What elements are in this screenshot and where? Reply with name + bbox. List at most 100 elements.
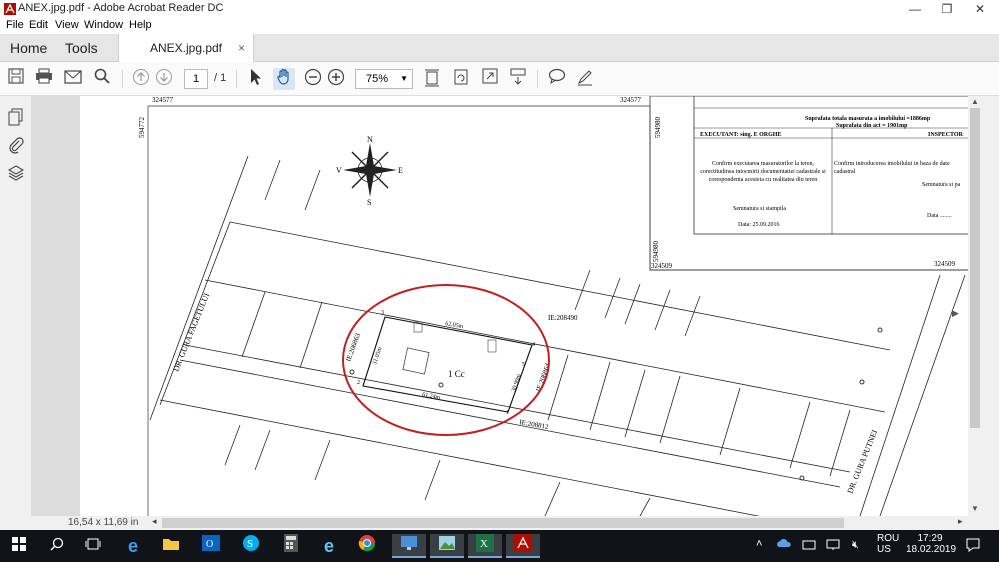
- close-window-button[interactable]: ✕: [963, 0, 997, 18]
- area-total-text: Suprafata totala masurata a imobilului =…: [805, 116, 931, 122]
- tab-document[interactable]: ANEX.jpg.pdf ×: [118, 34, 254, 62]
- file-explorer-icon[interactable]: [158, 534, 184, 558]
- excel-icon[interactable]: X: [468, 534, 502, 558]
- language-indicator[interactable]: ROU US: [877, 533, 899, 555]
- language-code: ROU: [877, 533, 900, 544]
- next-page-icon[interactable]: [153, 68, 175, 90]
- vertex-5: 5: [522, 362, 525, 368]
- action-center-icon[interactable]: [966, 538, 980, 555]
- window-title: ANEX.jpg.pdf - Adobe Acrobat Reader DC: [18, 2, 224, 14]
- menu-help[interactable]: Help: [129, 19, 152, 31]
- compass-rose: N S E V: [336, 135, 403, 207]
- zoom-level-select[interactable]: 75% ▼: [355, 69, 413, 89]
- fit-page-icon[interactable]: [421, 68, 443, 90]
- task-view-icon[interactable]: [80, 534, 106, 558]
- layers-icon[interactable]: [7, 164, 25, 187]
- scroll-right-arrow[interactable]: ▸: [958, 516, 963, 527]
- coord-bottom-left: 324509: [651, 262, 673, 270]
- title-bar: ANEX.jpg.pdf - Adobe Acrobat Reader DC —…: [0, 0, 999, 18]
- svg-text:O: O: [206, 539, 213, 550]
- tab-close-icon[interactable]: ×: [238, 34, 245, 62]
- inspector-confirm-text: Confirm introducerea imobilului in baza …: [834, 161, 950, 175]
- main-toolbar: 1 / 1 75% ▼: [0, 62, 999, 96]
- image-viewer-icon[interactable]: [430, 534, 464, 558]
- vertex-4: 4: [532, 342, 535, 348]
- inspector-label: INSPECTOR: [928, 132, 964, 138]
- select-cursor-icon[interactable]: [245, 68, 267, 90]
- search-icon[interactable]: [91, 68, 113, 90]
- zoom-level-value: 75%: [366, 73, 389, 85]
- page-size-label: 16,54 x 11,69 in: [68, 517, 139, 528]
- vertex-2: 2: [357, 380, 360, 386]
- save-icon[interactable]: [5, 68, 27, 90]
- tab-tools[interactable]: Tools: [65, 34, 98, 62]
- coord-left-y: 594772: [138, 117, 146, 139]
- internet-explorer-icon[interactable]: e: [316, 534, 342, 558]
- ie-bottom-label: IE:208812: [519, 418, 550, 431]
- menu-view[interactable]: View: [55, 19, 79, 31]
- coord-right-y-bottom: 594980: [652, 241, 660, 263]
- compass-v: V: [336, 166, 342, 175]
- zoom-in-icon[interactable]: [325, 68, 347, 90]
- zoom-out-icon[interactable]: [302, 68, 324, 90]
- hand-tool-icon[interactable]: [273, 68, 295, 90]
- display-icon[interactable]: [826, 539, 840, 554]
- chrome-icon[interactable]: [354, 534, 380, 558]
- navigation-pane: ◀: [0, 96, 47, 516]
- comment-icon[interactable]: [546, 68, 568, 90]
- tab-bar: Home Tools ANEX.jpg.pdf ×: [0, 34, 999, 62]
- scroll-mode-icon[interactable]: [507, 68, 529, 90]
- vertical-scroll-thumb[interactable]: [970, 108, 980, 428]
- collapse-right-pane-icon[interactable]: ▶: [952, 308, 959, 319]
- onedrive-icon[interactable]: [776, 538, 792, 551]
- scroll-up-arrow[interactable]: ▲: [971, 97, 979, 106]
- tab-home[interactable]: Home: [10, 34, 47, 62]
- toolbar-divider: [122, 70, 123, 88]
- document-viewer[interactable]: Suprafata totala masurata a imobilului =…: [32, 96, 968, 516]
- scroll-left-arrow[interactable]: ◂: [152, 516, 157, 527]
- skype-icon[interactable]: S: [238, 534, 264, 558]
- horizontal-scroll-thumb[interactable]: [162, 518, 844, 528]
- vertex-3: 3: [381, 310, 384, 316]
- scroll-down-arrow[interactable]: ▼: [971, 504, 979, 513]
- minimize-button[interactable]: —: [898, 0, 932, 18]
- outlook-icon[interactable]: O: [198, 534, 224, 558]
- previous-page-icon[interactable]: [130, 68, 152, 90]
- maximize-button[interactable]: ❐: [930, 0, 964, 18]
- windows-start-icon[interactable]: [6, 534, 32, 558]
- show-hidden-icons-chevron[interactable]: ˄: [756, 538, 762, 550]
- vertex-1: 1: [506, 410, 509, 416]
- highlight-pen-icon[interactable]: [574, 68, 596, 90]
- attachments-icon[interactable]: [8, 136, 24, 159]
- toolbar-divider: [537, 70, 538, 88]
- cadastral-plan: Suprafata totala masurata a imobilului =…: [138, 96, 968, 516]
- rotate-page-icon[interactable]: [450, 68, 472, 90]
- menu-file[interactable]: File: [6, 19, 24, 31]
- print-icon[interactable]: [33, 68, 55, 90]
- menu-edit[interactable]: Edit: [29, 19, 48, 31]
- edge-browser-icon[interactable]: e: [120, 534, 146, 558]
- svg-text:X: X: [480, 538, 488, 550]
- email-icon[interactable]: [62, 68, 84, 90]
- page-thumbnails-icon[interactable]: [8, 108, 24, 131]
- executant-confirm-text: Confirm executarea masuratorilor la tere…: [700, 161, 826, 183]
- acrobat-app-icon: [4, 3, 16, 15]
- network-icon[interactable]: [802, 539, 816, 554]
- building-outline: [402, 347, 430, 375]
- dim-left: 31.05m: [372, 346, 383, 365]
- ie-left-label: IE:206863: [344, 332, 362, 363]
- acrobat-taskbar-icon[interactable]: [506, 534, 540, 558]
- keyboard-layout: US: [877, 544, 891, 555]
- clock-time: 17:29: [917, 533, 943, 544]
- search-taskbar-icon[interactable]: [44, 534, 70, 558]
- volume-muted-icon[interactable]: 🔇︎: [852, 539, 859, 552]
- page-number-input[interactable]: 1: [184, 69, 208, 89]
- chevron-down-icon: ▼: [400, 74, 408, 83]
- full-screen-icon[interactable]: [479, 68, 501, 90]
- coord-top-left: 324577: [152, 96, 174, 104]
- remote-desktop-icon[interactable]: [392, 534, 426, 558]
- menu-window[interactable]: Window: [84, 19, 123, 31]
- calculator-icon[interactable]: [278, 534, 304, 558]
- dim-right: 30.90m: [511, 373, 522, 392]
- clock[interactable]: 17:29 18.02.2019: [906, 533, 956, 555]
